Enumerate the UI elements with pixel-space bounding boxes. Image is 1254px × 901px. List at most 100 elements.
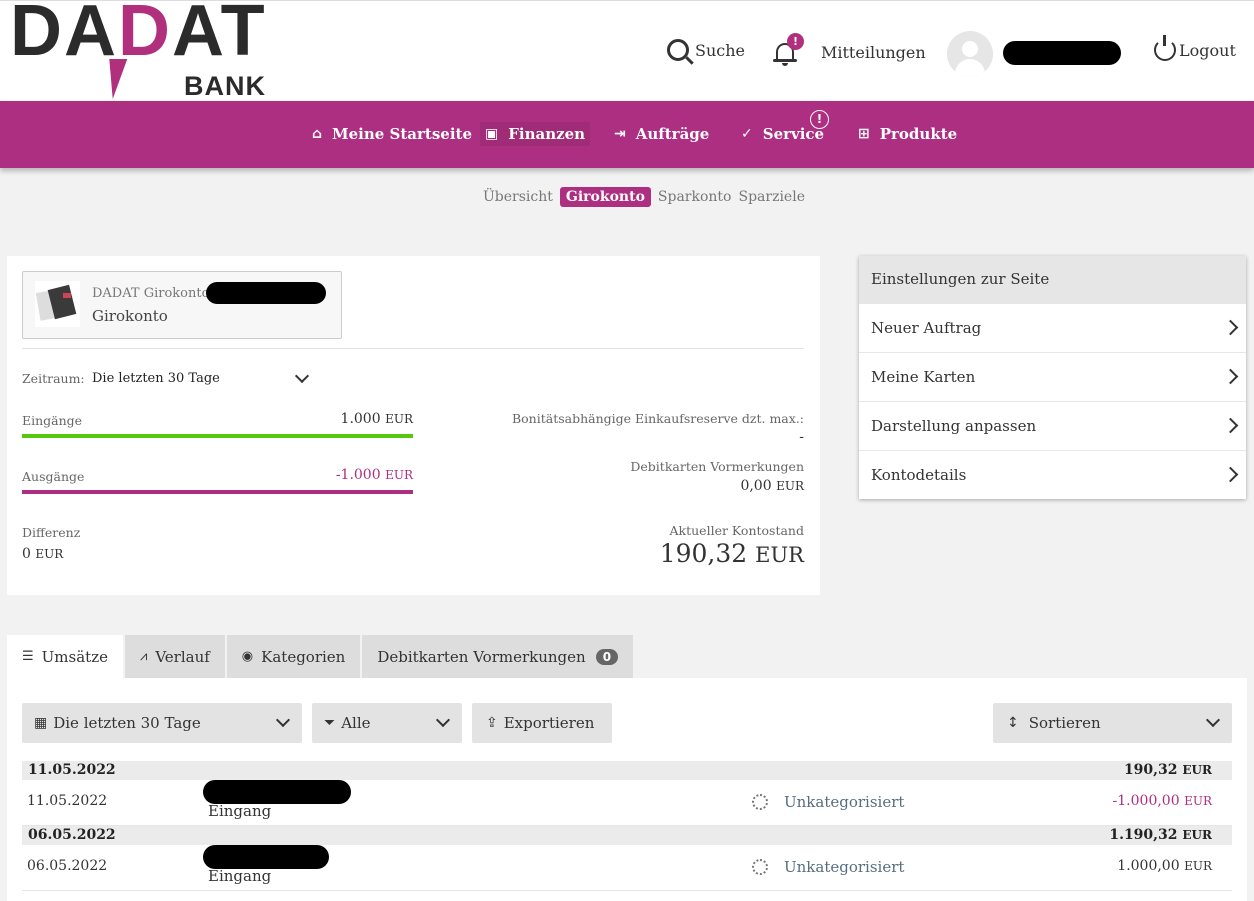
subnav-sparkonto[interactable]: Sparkonto bbox=[658, 189, 732, 205]
chevron-right-icon bbox=[1222, 466, 1239, 483]
power-icon bbox=[1154, 35, 1176, 61]
nav-label: Aufträge bbox=[635, 125, 710, 143]
difference-label: Differenz bbox=[22, 525, 81, 540]
donut-icon: ◉ bbox=[241, 649, 254, 664]
nav-service[interactable]: ✓ Service bbox=[741, 125, 824, 143]
redacted-username bbox=[1003, 41, 1121, 65]
sort-label: Sortieren bbox=[1028, 714, 1101, 732]
settings-title: Einstellungen zur Seite bbox=[859, 256, 1246, 304]
page-settings-menu: Einstellungen zur Seite Neuer Auftrag Me… bbox=[859, 256, 1246, 499]
income-label: Eingänge bbox=[22, 413, 83, 428]
category-label: Unkategorisiert bbox=[784, 793, 905, 811]
account-selector[interactable]: DADAT Girokonto / Girokonto bbox=[22, 271, 342, 339]
redacted-counterparty bbox=[203, 780, 351, 804]
sub-navigation: Übersicht Girokonto Sparkonto Sparziele bbox=[483, 187, 812, 207]
tab-umsaetze[interactable]: ☰ Umsätze bbox=[7, 635, 123, 678]
chevron-right-icon bbox=[1222, 368, 1239, 385]
account-bank-line: DADAT Girokonto / bbox=[92, 286, 218, 301]
search-label: Suche bbox=[695, 40, 745, 60]
redacted-account-number bbox=[206, 282, 326, 304]
chevron-down-icon bbox=[275, 712, 291, 728]
transaction-date: 11.05.2022 bbox=[27, 793, 108, 809]
transaction-description: Eingang bbox=[208, 802, 272, 820]
nav-finanzen[interactable]: ▣ Finanzen bbox=[480, 122, 591, 146]
nav-meine-startseite[interactable]: ⌂ Meine Startseite bbox=[312, 125, 472, 143]
notifications-label: Mitteilungen bbox=[821, 42, 926, 62]
nav-produkte[interactable]: ⊞ Produkte bbox=[858, 125, 957, 143]
period-filter-dropdown[interactable]: ▦ Die letzten 30 Tage bbox=[22, 703, 302, 743]
top-header: DADAT BANK Suche ! Mitteilungen Logout bbox=[0, 0, 1254, 101]
nav-label: Produkte bbox=[879, 125, 958, 143]
group-balance: 1.190,32 EUR bbox=[1109, 827, 1212, 843]
transaction-description: Eingang bbox=[208, 867, 272, 885]
dadat-bank-logo[interactable]: DADAT BANK bbox=[10, 0, 290, 102]
nav-label: Finanzen bbox=[508, 125, 586, 143]
settings-new-order[interactable]: Neuer Auftrag bbox=[859, 304, 1246, 353]
filter-icon: ⏷ bbox=[324, 715, 336, 731]
balance-label: Aktueller Kontostand bbox=[669, 523, 805, 538]
debit-pending-label: Debitkarten Vormerkungen bbox=[630, 459, 804, 474]
settings-my-cards[interactable]: Meine Karten bbox=[859, 353, 1246, 402]
category-link[interactable]: Unkategorisiert bbox=[752, 793, 904, 811]
transactions-panel: ▦ Die letzten 30 Tage ⏷ Alle ⇪ Exportier… bbox=[7, 678, 1247, 901]
subnav-girokonto[interactable]: Girokonto bbox=[559, 187, 651, 207]
credit-reserve-value: - bbox=[799, 429, 804, 445]
transaction-amount: -1.000,00 EUR bbox=[1112, 793, 1212, 809]
bell-icon: ! bbox=[773, 33, 804, 66]
finance-icon: ▣ bbox=[485, 126, 499, 142]
tab-debitkarten-vormerkungen[interactable]: Debitkarten Vormerkungen 0 bbox=[362, 635, 634, 678]
search-button[interactable]: Suche bbox=[667, 39, 745, 61]
tab-verlauf[interactable]: ⩘ Verlauf bbox=[124, 635, 225, 678]
date-group-header: 06.05.2022 1.190,32 EUR bbox=[22, 826, 1232, 845]
expense-bar bbox=[22, 490, 413, 494]
chevron-right-icon bbox=[1222, 319, 1239, 336]
calendar-icon: ▦ bbox=[34, 715, 48, 731]
sort-dropdown[interactable]: ↕ Sortieren bbox=[993, 703, 1232, 743]
table-row[interactable]: 06.05.2022 Eingang Unkategorisiert 1.000… bbox=[22, 845, 1232, 891]
tab-kategorien[interactable]: ◉ Kategorien bbox=[226, 635, 361, 678]
uncategorized-icon bbox=[752, 859, 768, 875]
logout-button[interactable]: Logout bbox=[1154, 35, 1236, 61]
logo-bank-text: BANK bbox=[184, 71, 266, 101]
period-label: Zeitraum: bbox=[22, 371, 85, 386]
tab-label: Verlauf bbox=[155, 647, 210, 666]
settings-item-label: Kontodetails bbox=[871, 466, 967, 484]
export-button[interactable]: ⇪ Exportieren bbox=[472, 703, 612, 743]
divider bbox=[22, 348, 804, 349]
account-summary-panel: DADAT Girokonto / Girokonto Zeitraum: Di… bbox=[7, 256, 820, 595]
redacted-counterparty bbox=[203, 845, 329, 869]
type-filter-dropdown[interactable]: ⏷ Alle bbox=[312, 703, 462, 743]
notifications-button[interactable]: ! Mitteilungen bbox=[773, 33, 926, 66]
orders-icon: ⇥ bbox=[614, 126, 626, 142]
home-icon: ⌂ bbox=[312, 126, 323, 142]
trend-icon: ⩘ bbox=[139, 649, 148, 664]
sort-icon: ↕ bbox=[1007, 715, 1019, 731]
nav-label: Meine Startseite bbox=[332, 125, 473, 143]
grid-icon: ⊞ bbox=[858, 126, 870, 142]
check-icon: ✓ bbox=[741, 126, 753, 142]
chevron-right-icon bbox=[1222, 417, 1239, 434]
settings-item-label: Neuer Auftrag bbox=[871, 319, 982, 337]
nav-auftraege[interactable]: ⇥ Aufträge bbox=[614, 125, 709, 143]
settings-customize-view[interactable]: Darstellung anpassen bbox=[859, 402, 1246, 451]
transaction-amount: 1.000,00 EUR bbox=[1117, 858, 1212, 874]
service-alert-badge: ! bbox=[810, 110, 829, 129]
transaction-tabs: ☰ Umsätze ⩘ Verlauf ◉ Kategorien Debitka… bbox=[7, 635, 635, 678]
subnav-sparziele[interactable]: Sparziele bbox=[738, 189, 805, 205]
group-date: 06.05.2022 bbox=[28, 827, 116, 843]
period-select[interactable]: Die letzten 30 Tage bbox=[92, 368, 317, 386]
filter-label: Die letzten 30 Tage bbox=[53, 714, 201, 732]
balance-value: 190,32 EUR bbox=[659, 539, 804, 568]
chevron-down-icon bbox=[1205, 712, 1221, 728]
uncategorized-icon bbox=[752, 794, 768, 810]
logo-wordmark: DADAT bbox=[10, 0, 267, 71]
period-value: Die letzten 30 Tage bbox=[92, 371, 220, 386]
subnav-uebersicht[interactable]: Übersicht bbox=[483, 189, 553, 205]
difference-value: 0 EUR bbox=[22, 546, 64, 562]
category-link[interactable]: Unkategorisiert bbox=[752, 858, 904, 876]
table-row[interactable]: 11.05.2022 Eingang Unkategorisiert -1.00… bbox=[22, 780, 1232, 826]
transaction-date: 06.05.2022 bbox=[27, 858, 108, 874]
group-balance: 190,32 EUR bbox=[1123, 762, 1212, 778]
avatar[interactable] bbox=[947, 31, 993, 77]
settings-account-details[interactable]: Kontodetails bbox=[859, 451, 1246, 500]
